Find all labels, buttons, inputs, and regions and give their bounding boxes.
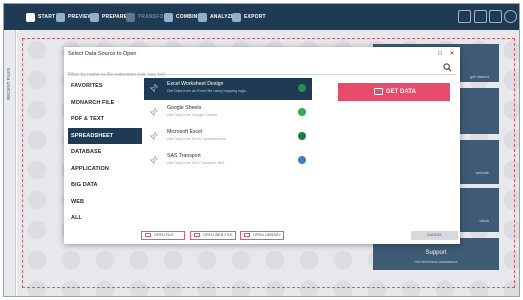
combine-icon <box>164 12 173 22</box>
category-spreadsheet[interactable]: SPREADSHEET <box>68 127 142 144</box>
prepare-icon <box>90 12 99 22</box>
microsoft-excel-icon <box>298 132 306 140</box>
source-list: Excel Worksheet Design Get Data from an … <box>144 78 312 172</box>
pin-icon[interactable] <box>150 156 158 164</box>
recent-files-rail[interactable]: RECENT FILES <box>4 30 16 296</box>
category-application[interactable]: APPLICATION <box>68 161 142 178</box>
tab-prepare[interactable]: PREPARE* <box>90 11 129 23</box>
folder-icon <box>374 88 383 95</box>
tab-start-label: START <box>38 14 56 20</box>
recent-files-label: RECENT FILES <box>6 67 11 100</box>
export-icon <box>232 12 241 22</box>
source-item-name: Google Sheets <box>167 105 202 111</box>
tab-export[interactable]: EXPORT <box>232 11 266 23</box>
category-favorites[interactable]: FAVORITES <box>68 78 142 95</box>
tab-analyze[interactable]: ANALYZE <box>198 11 235 23</box>
open-web-file-button[interactable]: OPEN WEB FILE <box>190 231 236 240</box>
pin-icon[interactable] <box>150 132 158 140</box>
window-icon[interactable] <box>458 10 471 23</box>
source-item-name: SAS Transport <box>167 153 201 159</box>
category-monarch-file[interactable]: MONARCH FILE <box>68 95 142 112</box>
pin-icon[interactable] <box>150 108 158 116</box>
category-web[interactable]: WEB <box>68 194 142 211</box>
category-all[interactable]: ALL <box>68 210 142 227</box>
source-item-desc: Get Data from an Excel file using trappi… <box>167 89 247 93</box>
source-item[interactable]: Excel Worksheet Design Get Data from an … <box>144 78 312 100</box>
get-data-button[interactable]: GET DATA <box>338 83 450 101</box>
category-list: FAVORITES MONARCH FILE PDF & TEXT SPREAD… <box>68 78 142 227</box>
category-pdf-text[interactable]: PDF & TEXT <box>68 111 142 128</box>
layout-icon[interactable] <box>489 10 502 23</box>
source-item-desc: Get Data from SAS Transport files <box>167 161 225 165</box>
preview-icon <box>56 12 65 22</box>
source-item[interactable]: SAS Transport Get Data from SAS Transpor… <box>144 150 312 172</box>
source-item-name: Microsoft Excel <box>167 129 203 135</box>
tab-preview-label: PREVIEW <box>68 14 93 20</box>
category-big-data[interactable]: BIG DATA <box>68 177 142 194</box>
source-item-desc: Get Data from Excel Spreadsheets <box>167 137 226 141</box>
google-sheets-icon <box>298 108 306 116</box>
search-bar <box>68 63 456 80</box>
user-icon[interactable] <box>474 10 487 23</box>
source-item[interactable]: Microsoft Excel Get Data from Excel Spre… <box>144 126 312 148</box>
open-web-file-label: OPEN WEB FILE <box>203 233 233 237</box>
file-icon <box>145 233 151 237</box>
select-data-source-dialog: Select Data Source to Open □ ✕ FAVORITES… <box>64 47 460 244</box>
web-file-icon <box>194 233 200 237</box>
top-toolbar: START PREVIEW PREPARE* TRANSFORM COMBINE… <box>4 4 519 30</box>
tab-export-label: EXPORT <box>244 14 266 20</box>
tab-analyze-label: ANALYZE <box>210 14 235 20</box>
tab-preview[interactable]: PREVIEW <box>56 11 92 23</box>
source-item-desc: Get Data from Google Sheets <box>167 113 218 117</box>
open-library-label: OPEN LIBRARY <box>253 233 281 237</box>
source-item-name: Excel Worksheet Design <box>167 81 224 87</box>
analyze-icon <box>198 12 207 22</box>
sas-transport-icon <box>298 156 306 164</box>
home-icon <box>26 12 35 22</box>
pin-icon[interactable] <box>150 84 158 92</box>
cancel-button[interactable]: CANCEL <box>411 231 458 240</box>
transform-icon <box>126 12 135 22</box>
open-file-label: OPEN FILE <box>154 233 174 237</box>
source-item[interactable]: Google Sheets Get Data from Google Sheet… <box>144 102 312 124</box>
close-icon[interactable]: ✕ <box>448 50 456 58</box>
open-library-button[interactable]: OPEN LIBRARY <box>240 231 284 240</box>
dialog-title: Select Data Source to Open <box>68 51 137 57</box>
get-data-label: GET DATA <box>386 89 416 95</box>
tab-combine[interactable]: COMBINE <box>164 11 201 23</box>
category-database[interactable]: DATABASE <box>68 144 142 161</box>
settings-icon[interactable] <box>504 10 517 23</box>
open-file-button[interactable]: OPEN FILE <box>141 231 185 240</box>
tab-start[interactable]: START <box>26 11 55 23</box>
library-icon <box>244 233 250 237</box>
app-window: START PREVIEW PREPARE* TRANSFORM COMBINE… <box>3 3 520 297</box>
maximize-icon[interactable]: □ <box>436 50 444 58</box>
search-icon[interactable] <box>443 63 452 72</box>
excel-design-icon <box>298 84 306 92</box>
